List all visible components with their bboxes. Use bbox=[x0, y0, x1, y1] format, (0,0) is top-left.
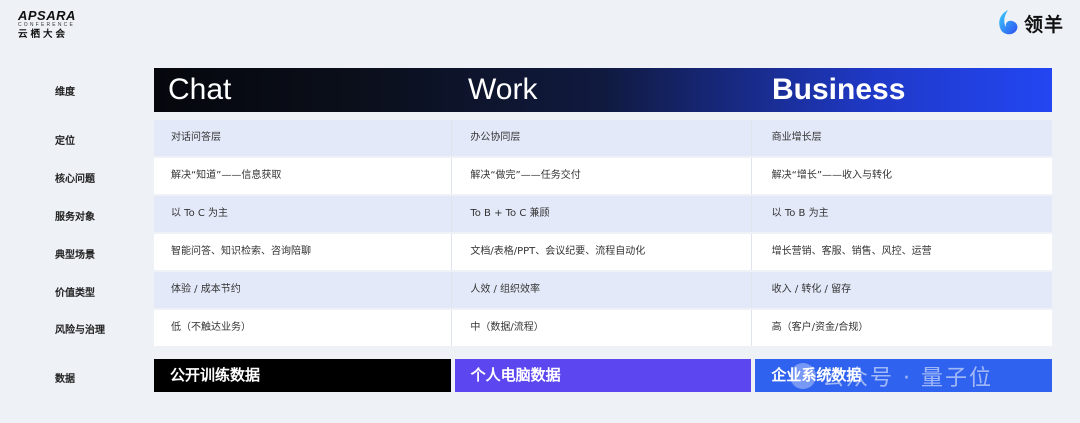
table-row: 智能问答、知识检索、咨询陪聊 文档/表格/PPT、会议纪要、流程自动化 增长营销… bbox=[154, 234, 1052, 270]
table-row: 对话问答层 办公协同层 商业增长层 bbox=[154, 120, 1052, 156]
table-cell: 中（数据/流程） bbox=[451, 310, 750, 346]
data-source-row: 公开训练数据 个人电脑数据 企业系统数据 bbox=[154, 359, 1053, 392]
data-box-enterprise-system: 企业系统数据 bbox=[755, 359, 1053, 392]
row-label-core-problem: 核心问题 bbox=[55, 174, 95, 185]
apsara-conference-logo: APSARA CONFERENCE 云栖大会 bbox=[18, 9, 98, 41]
table-cell: 以 To B 为主 bbox=[750, 196, 1052, 232]
brand-name: 领羊 bbox=[1023, 13, 1064, 36]
table-cell: 解决“增长”——收入与转化 bbox=[750, 158, 1052, 194]
table-row: 低（不触达业务） 中（数据/流程） 高（客户/资金/合规） bbox=[154, 310, 1052, 346]
table-cell: 解决“做完”——任务交付 bbox=[451, 158, 750, 194]
table-cell: 低（不触达业务） bbox=[171, 322, 251, 333]
row-label-risk: 风险与治理 bbox=[55, 325, 105, 336]
data-box-public-training: 公开训练数据 bbox=[154, 359, 451, 392]
row-label-value-type: 价值类型 bbox=[55, 288, 95, 299]
table-cell: 办公协同层 bbox=[451, 120, 750, 156]
logo-line1: APSARA bbox=[18, 8, 76, 23]
row-label-scenarios: 典型场景 bbox=[55, 250, 95, 261]
table-row: 解决“知道”——信息获取 解决“做完”——任务交付 解决“增长”——收入与转化 bbox=[154, 158, 1052, 194]
row-label-positioning: 定位 bbox=[55, 136, 75, 147]
wave-logo-icon bbox=[999, 10, 1018, 35]
data-box-personal-computer: 个人电脑数据 bbox=[454, 359, 752, 392]
table-cell: To B + To C 兼顾 bbox=[451, 196, 750, 232]
table-cell: 人效 / 组织效率 bbox=[451, 272, 750, 308]
header-business: Business bbox=[772, 73, 906, 106]
table-cell: 收入 / 转化 / 留存 bbox=[750, 272, 1052, 308]
table-cell: 高（客户/资金/合规） bbox=[750, 310, 1052, 346]
row-label-audience: 服务对象 bbox=[55, 212, 95, 223]
row-label-data: 数据 bbox=[55, 374, 75, 385]
table-cell: 增长营销、客服、销售、风控、运营 bbox=[750, 234, 1052, 270]
header-banner: Chat Work Business bbox=[154, 68, 1052, 112]
table-cell: 对话问答层 bbox=[171, 132, 221, 143]
row-label-dimension: 维度 bbox=[55, 87, 75, 98]
table-row: 体验 / 成本节约 人效 / 组织效率 收入 / 转化 / 留存 bbox=[154, 272, 1052, 308]
header-chat: Chat bbox=[168, 73, 232, 106]
table-cell: 体验 / 成本节约 bbox=[171, 284, 241, 295]
table-cell: 解决“知道”——信息获取 bbox=[171, 170, 282, 181]
table-cell: 智能问答、知识检索、咨询陪聊 bbox=[171, 246, 311, 257]
table-cell: 商业增长层 bbox=[750, 120, 1052, 156]
table-row: 以 To C 为主 To B + To C 兼顾 以 To B 为主 bbox=[154, 196, 1052, 232]
logo-line3: 云栖大会 bbox=[18, 29, 69, 40]
logo-line2: CONFERENCE bbox=[18, 22, 76, 28]
table-cell: 文档/表格/PPT、会议纪要、流程自动化 bbox=[451, 234, 750, 270]
header-work: Work bbox=[468, 73, 538, 106]
lingyang-logo: 领羊 bbox=[994, 8, 1064, 38]
table-cell: 以 To C 为主 bbox=[171, 208, 229, 219]
